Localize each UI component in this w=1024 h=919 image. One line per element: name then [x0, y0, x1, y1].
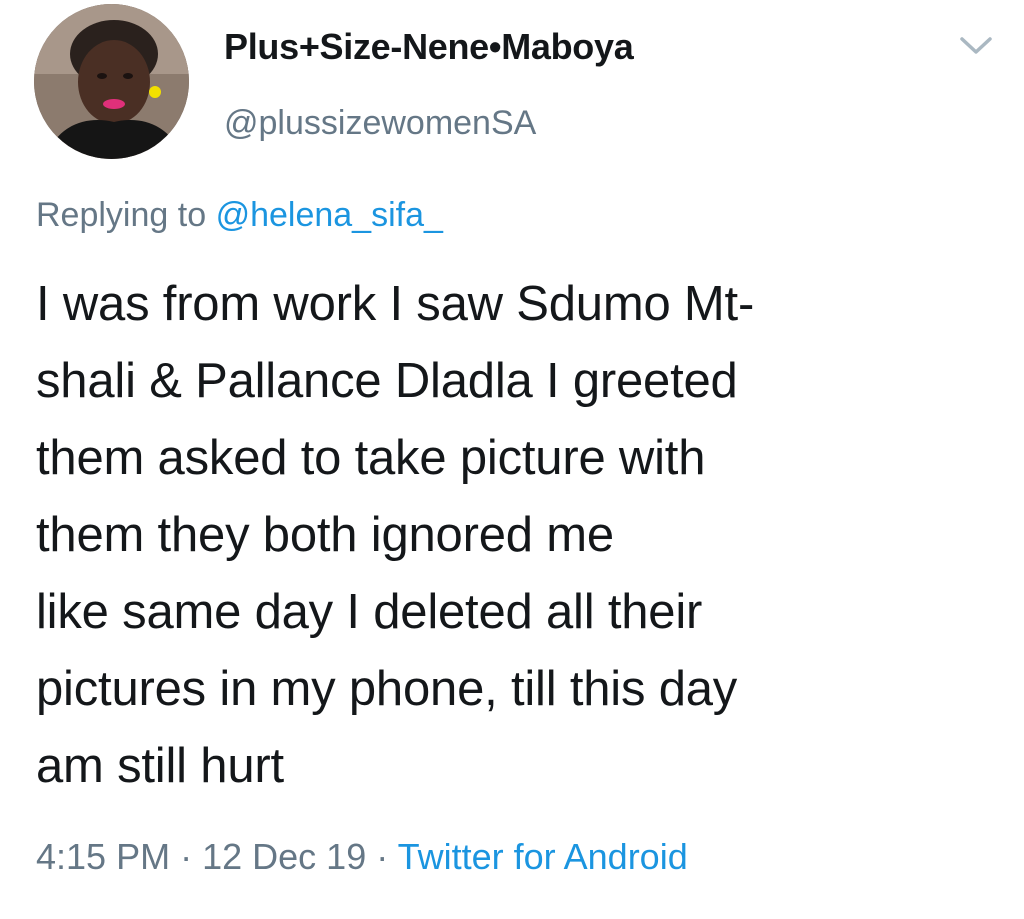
- tweet-text-line: them asked to take picture with: [36, 431, 706, 485]
- avatar-photo: [34, 4, 189, 159]
- tweet-text-line: shali & Pallance Dladla I greeted: [36, 354, 738, 408]
- user-handle[interactable]: @plussizewomenSA: [224, 104, 536, 143]
- chevron-down-icon[interactable]: [956, 30, 996, 60]
- replying-to: Replying to @helena_sifa_: [36, 196, 443, 235]
- tweet-text-line: I was from work I saw Sdumo Mt-: [36, 277, 755, 331]
- meta-separator: ·: [376, 836, 389, 877]
- tweet-meta: 4:15 PM · 12 Dec 19 · Twitter for Androi…: [36, 836, 688, 878]
- tweet-time[interactable]: 4:15 PM: [36, 836, 170, 877]
- tweet-text: I was from work I saw Sdumo Mt- shali & …: [36, 266, 996, 805]
- meta-separator: ·: [180, 836, 193, 877]
- tweet-text-line: am still hurt: [36, 739, 284, 793]
- display-name[interactable]: Plus+Size-Nene•Maboya: [224, 26, 634, 68]
- tweet-text-line: them they both ignored me: [36, 508, 614, 562]
- tweet-date[interactable]: 12 Dec 19: [202, 836, 366, 877]
- tweet: Plus+Size-Nene•Maboya @plussizewomenSA R…: [0, 0, 1024, 919]
- avatar[interactable]: [34, 4, 189, 159]
- reply-mention-link[interactable]: @helena_sifa_: [216, 196, 443, 234]
- replying-to-label: Replying to: [36, 196, 207, 234]
- tweet-source-link[interactable]: Twitter for Android: [398, 836, 688, 877]
- tweet-text-line: pictures in my phone, till this day: [36, 662, 738, 716]
- tweet-text-line: like same day I deleted all their: [36, 585, 703, 639]
